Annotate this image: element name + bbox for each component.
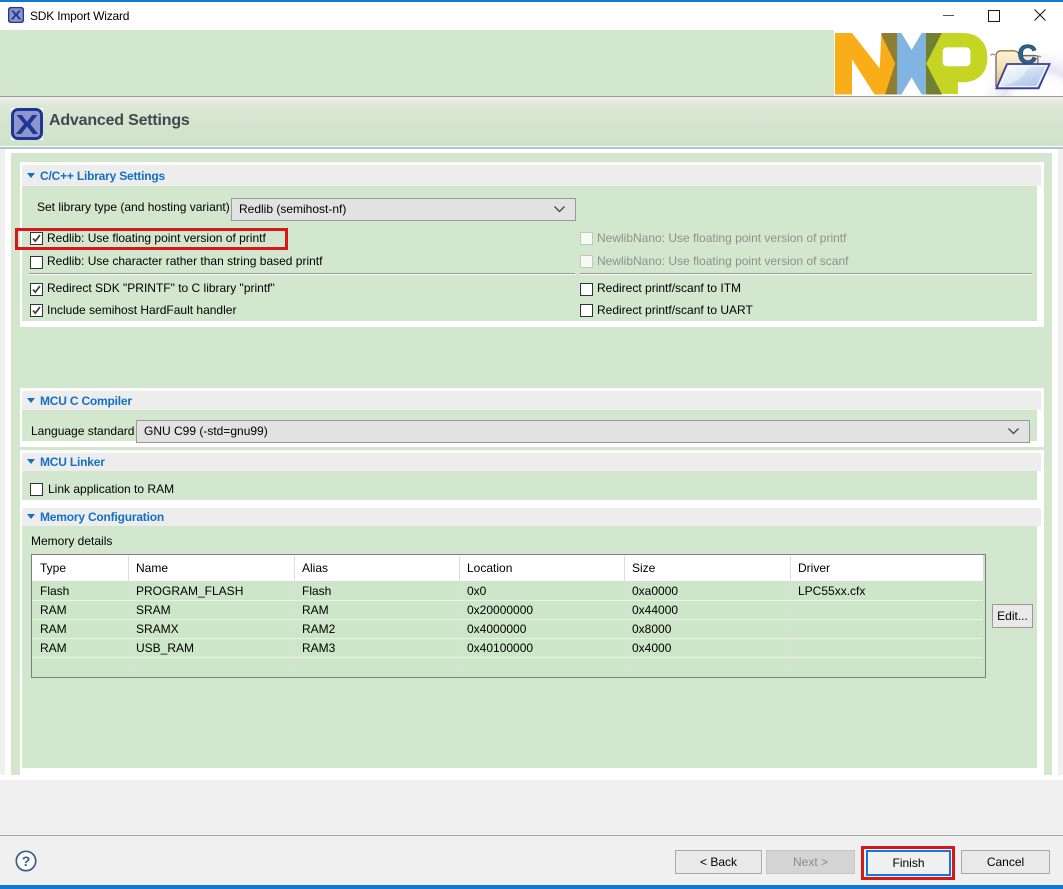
svg-text:?: ? bbox=[22, 853, 31, 869]
svg-text:X: X bbox=[11, 9, 22, 23]
svg-text:X: X bbox=[16, 109, 39, 140]
